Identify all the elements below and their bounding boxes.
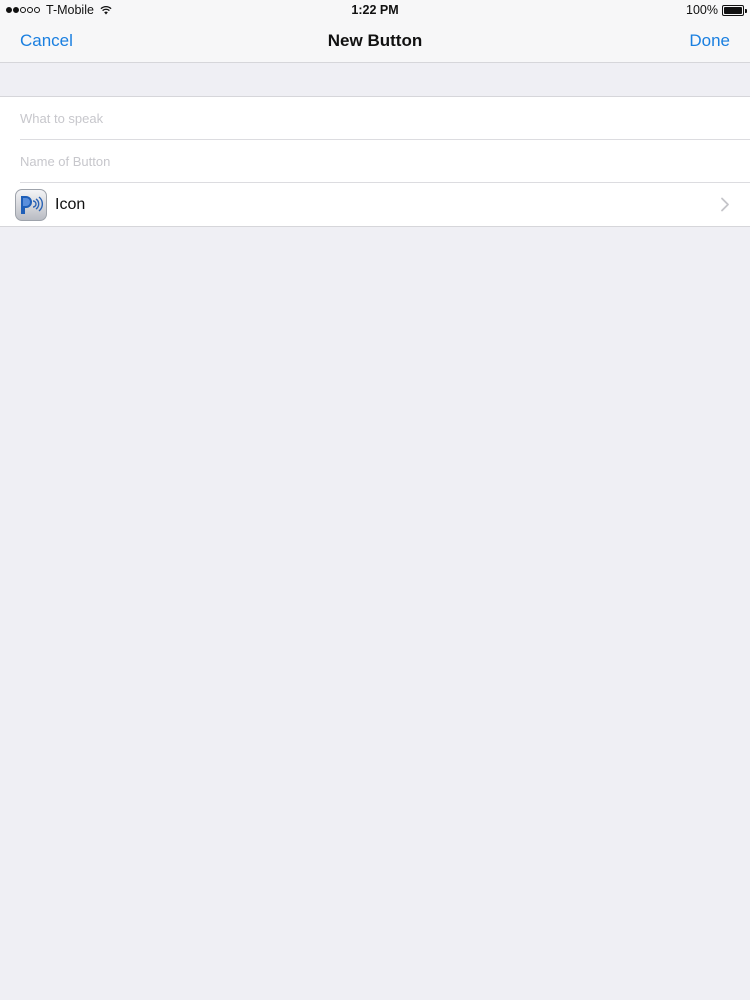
icon-label: Icon [55,195,86,213]
button-name-input[interactable] [20,154,720,169]
page-title: New Button [327,31,423,50]
top-bar: T-Mobile 1:22 PM 100% Cancel New Button … [0,0,750,63]
done-button[interactable]: Done [689,31,730,51]
battery-icon [722,4,747,16]
status-right: 100% [686,3,747,17]
battery-fill [724,6,742,14]
battery-percent: 100% [686,3,718,17]
what-to-speak-input[interactable] [20,111,720,126]
speaker-glyph-icon [21,195,43,214]
chevron-right-icon [721,197,729,212]
new-button-form: Icon [0,96,750,227]
speak-row [0,97,750,140]
status-time: 1:22 PM [351,3,399,17]
status-bar: T-Mobile 1:22 PM 100% [0,0,750,20]
navigation-bar: Cancel New Button Done [0,20,750,63]
icon-row-button[interactable]: Icon [0,183,750,226]
name-row [0,140,750,183]
speaker-app-icon [15,188,47,221]
